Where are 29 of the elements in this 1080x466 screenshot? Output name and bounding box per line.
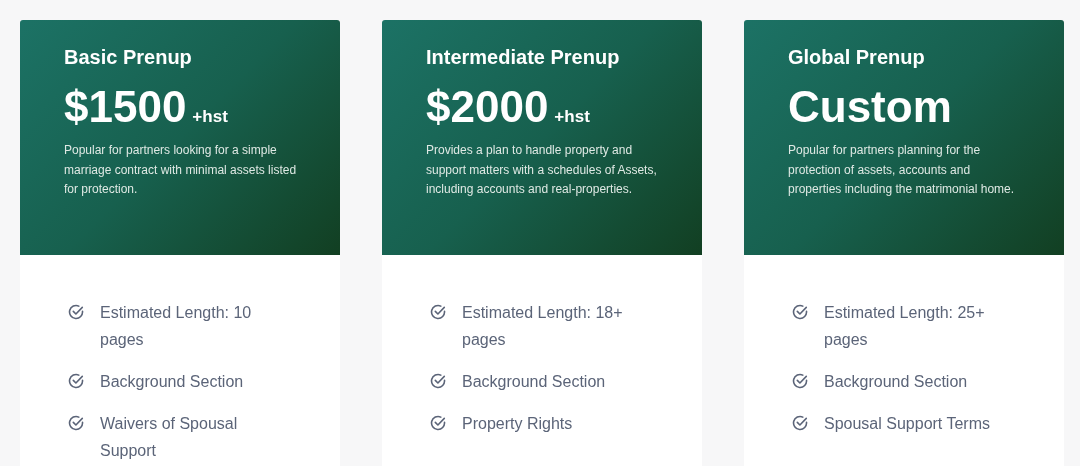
plan-title: Global Prenup xyxy=(788,46,926,69)
check-circle-icon xyxy=(68,372,84,389)
price-suffix: +hst xyxy=(554,107,590,127)
feature-text: Background Section xyxy=(824,371,969,392)
price-suffix: +hst xyxy=(192,107,228,127)
check-circle-icon xyxy=(792,303,808,320)
check-circle-icon xyxy=(68,414,84,431)
check-circle-icon xyxy=(430,303,446,320)
plan-title: Basic Prenup xyxy=(64,46,193,69)
plan-price: $2000 xyxy=(426,81,549,133)
feature-text: Background Section xyxy=(100,371,245,392)
check-circle-icon xyxy=(792,414,808,431)
plan-description: Popular for partners looking for a simple marriage contract with minimal assets listed for protection. xyxy=(64,142,298,198)
plan-price: $1500 xyxy=(64,81,187,133)
plan-price: Custom xyxy=(788,81,952,133)
plan-description: Popular for partners planning for the protection of assets, accounts and properties including the matrimonial home. xyxy=(788,142,1016,198)
check-circle-icon xyxy=(792,372,808,389)
feature-text: Waivers of Spousal Support xyxy=(100,413,239,461)
plan-description: Provides a plan to handle property and support matters with a schedules of Assets, including accounts and real-properties. xyxy=(426,142,658,198)
plan-title: Intermediate Prenup xyxy=(426,46,621,69)
check-circle-icon xyxy=(430,414,446,431)
feature-text: Spousal Support Terms xyxy=(824,413,991,434)
check-circle-icon xyxy=(68,303,84,320)
feature-text: Estimated Length: 10 pages xyxy=(100,302,253,350)
feature-text: Estimated Length: 25+ pages xyxy=(824,302,986,350)
feature-text: Property Rights xyxy=(462,413,574,434)
check-circle-icon xyxy=(430,372,446,389)
feature-text: Background Section xyxy=(462,371,607,392)
feature-text: Estimated Length: 18+ pages xyxy=(462,302,624,350)
